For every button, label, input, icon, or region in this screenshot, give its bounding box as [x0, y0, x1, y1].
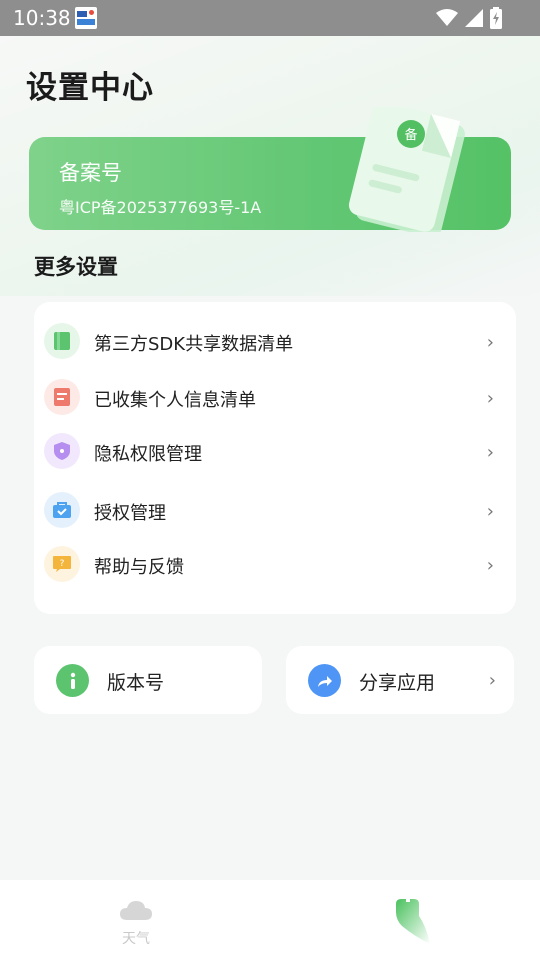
bottom-tab-bar: 天气 [0, 880, 540, 960]
info-icon [56, 664, 89, 697]
more-settings-title: 更多设置 [34, 255, 118, 279]
share-app-label: 分享应用 [359, 672, 436, 694]
red-document-icon [44, 379, 80, 415]
share-app-card[interactable]: 分享应用 › [286, 646, 514, 714]
setting-label: 帮助与反馈 [94, 557, 184, 578]
record-badge-text: 备 [404, 127, 417, 143]
tab-settings[interactable] [392, 896, 432, 946]
record-number-card: 备案号 粤ICP备2025377693号-1A 备 [29, 107, 511, 232]
setting-label: 已收集个人信息清单 [94, 390, 256, 411]
version-card[interactable]: 版本号 [34, 646, 262, 714]
setting-personal-info-list[interactable]: 已收集个人信息清单 › [34, 374, 516, 422]
battery-icon [490, 7, 502, 29]
setting-authorization[interactable]: 授权管理 › [34, 487, 516, 535]
app-notification-icon [75, 7, 97, 29]
tab-weather-label: 天气 [122, 931, 150, 947]
version-label: 版本号 [107, 672, 165, 694]
chevron-right-icon: › [486, 332, 494, 353]
chevron-right-icon: › [488, 670, 496, 691]
setting-sdk-share-list[interactable]: 第三方SDK共享数据清单 › [34, 318, 516, 366]
chevron-right-icon: › [486, 442, 494, 463]
status-time: 10:38 [13, 6, 71, 30]
settings-list: 第三方SDK共享数据清单 › 已收集个人信息清单 › 隐私权限管理 › 授权管理… [34, 302, 516, 614]
tab-weather[interactable]: 天气 [116, 898, 156, 948]
setting-label: 隐私权限管理 [94, 444, 202, 465]
chevron-right-icon: › [486, 388, 494, 409]
cloud-icon [120, 901, 152, 920]
chevron-right-icon: › [486, 555, 494, 576]
purple-shield-icon [44, 433, 80, 469]
document-illustration-icon: 备 [348, 107, 465, 232]
setting-help-feedback[interactable]: ? 帮助与反馈 › [34, 541, 516, 589]
yellow-help-icon: ? [44, 546, 80, 582]
setting-privacy-permissions[interactable]: 隐私权限管理 › [34, 428, 516, 476]
svg-text:?: ? [60, 559, 65, 569]
leaf-settings-icon [396, 899, 430, 944]
record-title: 备案号 [59, 161, 122, 185]
wifi-icon [436, 9, 458, 26]
share-icon [308, 664, 341, 697]
signal-icon [465, 9, 483, 27]
status-icons [436, 7, 502, 29]
page-title: 设置中心 [26, 70, 154, 106]
setting-label: 授权管理 [94, 503, 166, 524]
blue-bag-icon [44, 492, 80, 528]
status-bar: 10:38 [0, 0, 540, 36]
chevron-right-icon: › [486, 501, 494, 522]
green-book-icon [44, 323, 80, 359]
record-value: 粤ICP备2025377693号-1A [59, 198, 262, 217]
setting-label: 第三方SDK共享数据清单 [94, 334, 294, 355]
